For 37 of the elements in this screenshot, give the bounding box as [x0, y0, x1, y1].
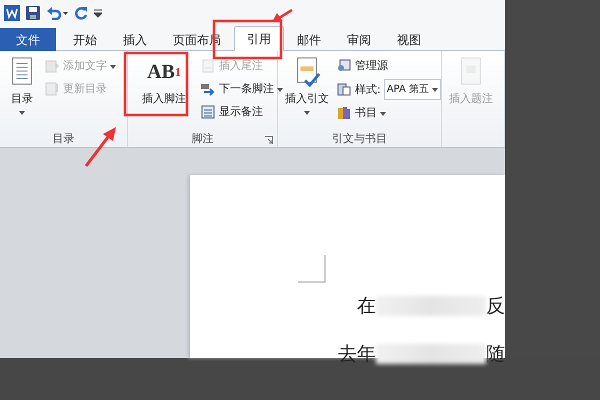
ribbon-button[interactable]: 插入引文: [282, 54, 332, 130]
button-icon: [336, 81, 352, 97]
save-icon[interactable]: [26, 6, 40, 20]
ribbon-tab[interactable]: 视图: [384, 28, 434, 51]
ribbon-tab[interactable]: 插入: [110, 28, 160, 51]
document-text: 在: [357, 294, 376, 319]
style-dropdown[interactable]: APA 第五: [384, 78, 441, 100]
document-text: 反: [486, 294, 505, 319]
margin-corner-mark: [298, 255, 326, 283]
ribbon-button[interactable]: 书目: [334, 102, 443, 123]
group-label: 脚注: [192, 131, 214, 146]
button-icon: [200, 104, 216, 120]
ribbon-tab[interactable]: 文件: [0, 28, 56, 51]
ribbon-tab[interactable]: 邮件: [284, 28, 334, 51]
pointer-arrow: [84, 127, 116, 167]
undo-icon[interactable]: [46, 6, 68, 20]
style-label: 样式:: [355, 82, 381, 96]
button-icon: [200, 58, 216, 74]
ribbon-button[interactable]: 下一条脚注: [198, 78, 285, 99]
button-icon: [336, 104, 352, 120]
button-icon: [44, 58, 60, 74]
ribbon-tab[interactable]: 开始: [60, 28, 110, 51]
customize-menu-icon[interactable]: [94, 8, 102, 18]
word-logo-icon: [4, 5, 20, 21]
group-label: 引文与书目: [332, 131, 387, 146]
group-label: 目录: [52, 131, 74, 146]
ribbon-tab[interactable]: 审阅: [334, 28, 384, 51]
highlight-frame: [124, 52, 188, 116]
ribbon-button[interactable]: 管理源: [334, 55, 443, 76]
button-icon: [44, 80, 60, 96]
redo-icon[interactable]: [74, 6, 88, 20]
dialog-launcher-icon[interactable]: [265, 136, 273, 144]
pointer-arrow: [272, 8, 293, 22]
button-icon: [336, 58, 352, 74]
ribbon-button[interactable]: 显示备注: [198, 101, 285, 122]
ribbon-tab[interactable]: 引用: [234, 26, 284, 51]
toc-button[interactable]: 目录: [4, 54, 40, 130]
